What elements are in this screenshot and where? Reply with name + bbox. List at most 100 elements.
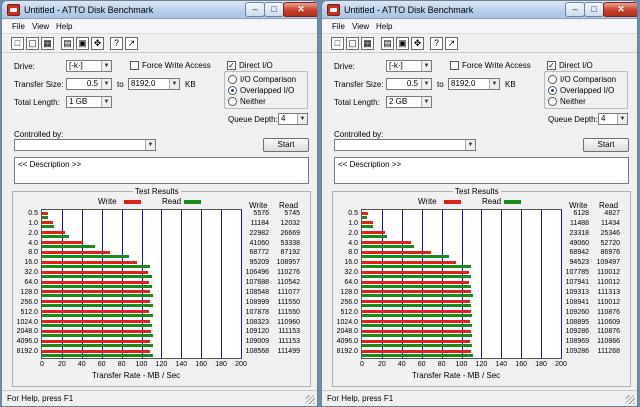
neither-radio[interactable] <box>548 97 557 106</box>
read-bar <box>362 343 473 347</box>
chevron-down-icon[interactable]: ▼ <box>421 61 431 71</box>
title-bar[interactable]: Untitled - ATTO Disk Benchmark – □ ✕ <box>322 1 637 19</box>
print-icon[interactable]: ▤ <box>381 37 394 50</box>
read-bar <box>42 314 153 318</box>
queue-depth-select[interactable]: 4 ▼ <box>278 113 308 125</box>
total-length-select[interactable]: 2 GB ▼ <box>386 96 432 108</box>
chevron-down-icon[interactable]: ▼ <box>421 79 431 89</box>
print-icon[interactable]: ▤ <box>61 37 74 50</box>
start-button[interactable]: Start <box>263 138 309 152</box>
close-button[interactable]: ✕ <box>603 2 637 17</box>
write-bar <box>42 231 65 235</box>
resize-grip[interactable] <box>626 395 635 404</box>
chevron-down-icon[interactable]: ▼ <box>101 79 111 89</box>
legend-read-swatch <box>504 200 521 204</box>
direct-io-checkbox[interactable]: ✓ <box>227 61 236 70</box>
controlled-by-select[interactable]: ▼ <box>334 139 476 151</box>
chevron-down-icon[interactable]: ▼ <box>421 97 431 107</box>
controlled-by-select[interactable]: ▼ <box>14 139 156 151</box>
transfer-from-select[interactable]: 0.5 ▼ <box>386 78 432 90</box>
force-write-checkbox[interactable] <box>130 61 139 70</box>
read-value: 86976 <box>600 249 620 257</box>
col-write-header: Write <box>249 201 268 210</box>
description-field[interactable]: << Description >> <box>14 157 309 184</box>
total-length-select[interactable]: 1 GB ▼ <box>66 96 112 108</box>
maximize-button[interactable]: □ <box>584 2 604 17</box>
row-size-label: 4.0 <box>28 239 38 247</box>
resize-grip[interactable] <box>306 395 315 404</box>
menu-help[interactable]: Help <box>56 22 72 31</box>
context-help-icon[interactable]: ↗ <box>125 37 138 50</box>
read-bar <box>42 245 96 249</box>
transfer-size-label: Transfer Size: <box>14 80 64 89</box>
neither-radio[interactable] <box>228 97 237 106</box>
open-folder-icon[interactable]: ▢ <box>346 37 359 50</box>
drive-select[interactable]: [-k-] ▼ <box>386 60 432 72</box>
menu-file[interactable]: File <box>332 22 345 31</box>
read-value: 111153 <box>278 328 300 336</box>
transfer-to-select[interactable]: 8192.0 ▼ <box>448 78 500 90</box>
menu-file[interactable]: File <box>12 22 25 31</box>
save-disk-icon[interactable]: ▦ <box>361 37 374 50</box>
chevron-down-icon[interactable]: ▼ <box>297 114 307 124</box>
open-folder-icon[interactable]: ▢ <box>26 37 39 50</box>
gridline <box>521 210 523 358</box>
menu-view[interactable]: View <box>352 22 369 31</box>
maximize-button[interactable]: □ <box>264 2 284 17</box>
chevron-down-icon[interactable]: ▼ <box>101 61 111 71</box>
minimize-button[interactable]: – <box>565 2 585 17</box>
write-value: 107688 <box>245 279 269 287</box>
move-icon[interactable]: ✥ <box>91 37 104 50</box>
queue-depth-label: Queue Depth: <box>228 115 278 124</box>
overlapped-io-radio[interactable] <box>228 86 237 95</box>
chevron-down-icon[interactable]: ▼ <box>101 97 111 107</box>
write-bar <box>362 280 470 284</box>
close-button[interactable]: ✕ <box>283 2 317 17</box>
new-file-icon[interactable]: □ <box>11 37 24 50</box>
gridline <box>161 210 163 358</box>
io-comparison-radio[interactable] <box>548 75 557 84</box>
gridline <box>541 210 543 358</box>
queue-depth-select[interactable]: 4 ▼ <box>598 113 628 125</box>
force-write-label: Force Write Access <box>462 61 531 70</box>
row-size-label: 8.0 <box>348 249 358 257</box>
chevron-down-icon[interactable]: ▼ <box>169 79 179 89</box>
drive-select[interactable]: [-k-] ▼ <box>66 60 112 72</box>
new-file-icon[interactable]: □ <box>331 37 344 50</box>
io-comparison-radio[interactable] <box>228 75 237 84</box>
force-write-checkbox[interactable] <box>450 61 459 70</box>
read-bar <box>42 294 153 298</box>
minimize-button[interactable]: – <box>245 2 265 17</box>
write-value: 94523 <box>569 259 589 267</box>
test-results-label: Test Results <box>453 187 501 196</box>
read-bar <box>362 274 472 278</box>
direct-io-checkbox[interactable]: ✓ <box>547 61 556 70</box>
write-value: 22982 <box>249 229 269 237</box>
help-icon[interactable]: ? <box>110 37 123 50</box>
menu-help[interactable]: Help <box>376 22 392 31</box>
help-icon[interactable]: ? <box>430 37 443 50</box>
read-value: 110876 <box>597 308 620 316</box>
chevron-down-icon[interactable]: ▼ <box>145 140 155 150</box>
start-button[interactable]: Start <box>583 138 629 152</box>
write-value: 68772 <box>249 249 269 257</box>
overlapped-io-radio[interactable] <box>548 86 557 95</box>
row-size-label: 32.0 <box>24 269 38 277</box>
transfer-to-select[interactable]: 8192.0 ▼ <box>128 78 180 90</box>
print-preview-icon[interactable]: ▣ <box>76 37 89 50</box>
transfer-from-select[interactable]: 0.5 ▼ <box>66 78 112 90</box>
chevron-down-icon[interactable]: ▼ <box>617 114 627 124</box>
read-bar <box>42 254 129 258</box>
move-icon[interactable]: ✥ <box>411 37 424 50</box>
row-size-label: 16.0 <box>24 259 38 267</box>
description-field[interactable]: << Description >> <box>334 157 629 184</box>
title-bar[interactable]: Untitled - ATTO Disk Benchmark – □ ✕ <box>2 1 317 19</box>
chevron-down-icon[interactable]: ▼ <box>465 140 475 150</box>
col-write-header: Write <box>569 201 588 210</box>
legend-write-label: Write <box>418 197 437 206</box>
print-preview-icon[interactable]: ▣ <box>396 37 409 50</box>
context-help-icon[interactable]: ↗ <box>445 37 458 50</box>
chevron-down-icon[interactable]: ▼ <box>489 79 499 89</box>
menu-view[interactable]: View <box>32 22 49 31</box>
save-disk-icon[interactable]: ▦ <box>41 37 54 50</box>
